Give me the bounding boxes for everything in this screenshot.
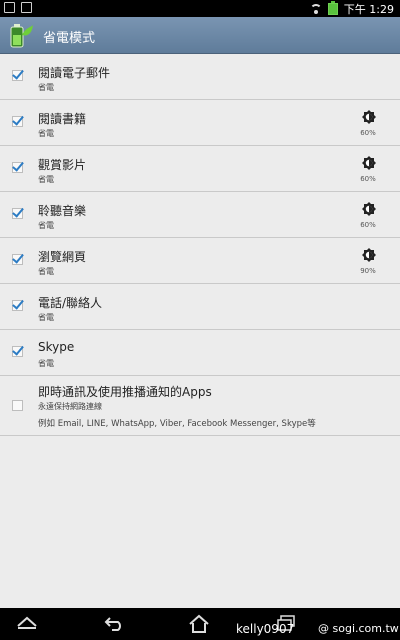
list-item-books[interactable]: 閱讀書籍 省電 60% <box>0 100 400 146</box>
item-title: Skype <box>38 340 75 354</box>
wifi-icon <box>309 4 322 14</box>
action-bar: 省電模式 <box>0 17 400 54</box>
item-title: 閱讀書籍 <box>38 112 87 126</box>
item-subtitle: 省電 <box>38 359 54 368</box>
list-item-phone[interactable]: 電話/聯絡人 省電 <box>0 284 400 330</box>
checkbox[interactable] <box>12 300 23 311</box>
status-time: 下午 1:29 <box>343 3 394 16</box>
page-title: 省電模式 <box>43 31 96 46</box>
item-subtitle: 省電 <box>38 83 54 92</box>
item-subtitle: 永遠保持網路連線 <box>38 402 102 411</box>
checkbox[interactable] <box>12 162 23 173</box>
item-title: 電話/聯絡人 <box>38 296 103 310</box>
battery-charging-icon <box>327 1 338 15</box>
brightness-value: 90% <box>360 267 376 275</box>
brightness-icon[interactable] <box>362 202 376 216</box>
item-subtitle: 省電 <box>38 129 54 138</box>
watermark-site: @ sogi.com.tw <box>318 622 399 635</box>
item-subtitle: 省電 <box>38 267 54 276</box>
list-item-web[interactable]: 瀏覽網頁 省電 90% <box>0 238 400 284</box>
checkbox[interactable] <box>12 400 23 411</box>
list-item-skype[interactable]: Skype 省電 <box>0 330 400 376</box>
list-item-email[interactable]: 閱讀電子郵件 省電 <box>0 54 400 100</box>
checkbox[interactable] <box>12 116 23 127</box>
power-mode-list: 閱讀電子郵件 省電 閱讀書籍 省電 60% 觀賞影片 省電 60% 聆聽音樂 省… <box>0 54 400 436</box>
list-item-music[interactable]: 聆聽音樂 省電 60% <box>0 192 400 238</box>
checkbox[interactable] <box>12 70 23 81</box>
status-bar: 下午 1:29 <box>0 0 400 17</box>
checkbox[interactable] <box>12 254 23 265</box>
item-title: 瀏覽網頁 <box>38 250 87 264</box>
power-saver-app-icon[interactable] <box>6 21 34 49</box>
back-icon[interactable] <box>104 614 126 632</box>
item-note: 例如 Email, LINE, WhatsApp, Viber, Faceboo… <box>38 419 316 429</box>
checkbox[interactable] <box>12 208 23 219</box>
item-subtitle: 省電 <box>38 313 54 322</box>
item-title: 觀賞影片 <box>38 158 87 172</box>
list-item-instant-messaging[interactable]: 即時通訊及使用推播通知的Apps 永遠保持網路連線 例如 Email, LINE… <box>0 376 400 436</box>
system-icons: 下午 1:29 <box>309 1 394 17</box>
item-title: 即時通訊及使用推播通知的Apps <box>38 385 212 399</box>
brightness-icon[interactable] <box>362 110 376 124</box>
image-notification-icon <box>21 2 32 13</box>
brightness-icon[interactable] <box>362 156 376 170</box>
item-subtitle: 省電 <box>38 175 54 184</box>
home-icon[interactable] <box>188 614 210 634</box>
notification-icon <box>4 2 15 13</box>
item-title: 閱讀電子郵件 <box>38 66 111 80</box>
brightness-icon[interactable] <box>362 248 376 262</box>
navigation-bar: kelly0907 @ sogi.com.tw <box>0 608 400 640</box>
list-item-video[interactable]: 觀賞影片 省電 60% <box>0 146 400 192</box>
watermark-username: kelly0907 <box>236 622 295 636</box>
item-title: 聆聽音樂 <box>38 204 87 218</box>
checkbox[interactable] <box>12 346 23 357</box>
hide-keyboard-icon[interactable] <box>16 614 38 630</box>
item-subtitle: 省電 <box>38 221 54 230</box>
notification-icons <box>4 2 32 13</box>
brightness-value: 60% <box>360 221 376 229</box>
brightness-value: 60% <box>360 175 376 183</box>
brightness-value: 60% <box>360 129 376 137</box>
